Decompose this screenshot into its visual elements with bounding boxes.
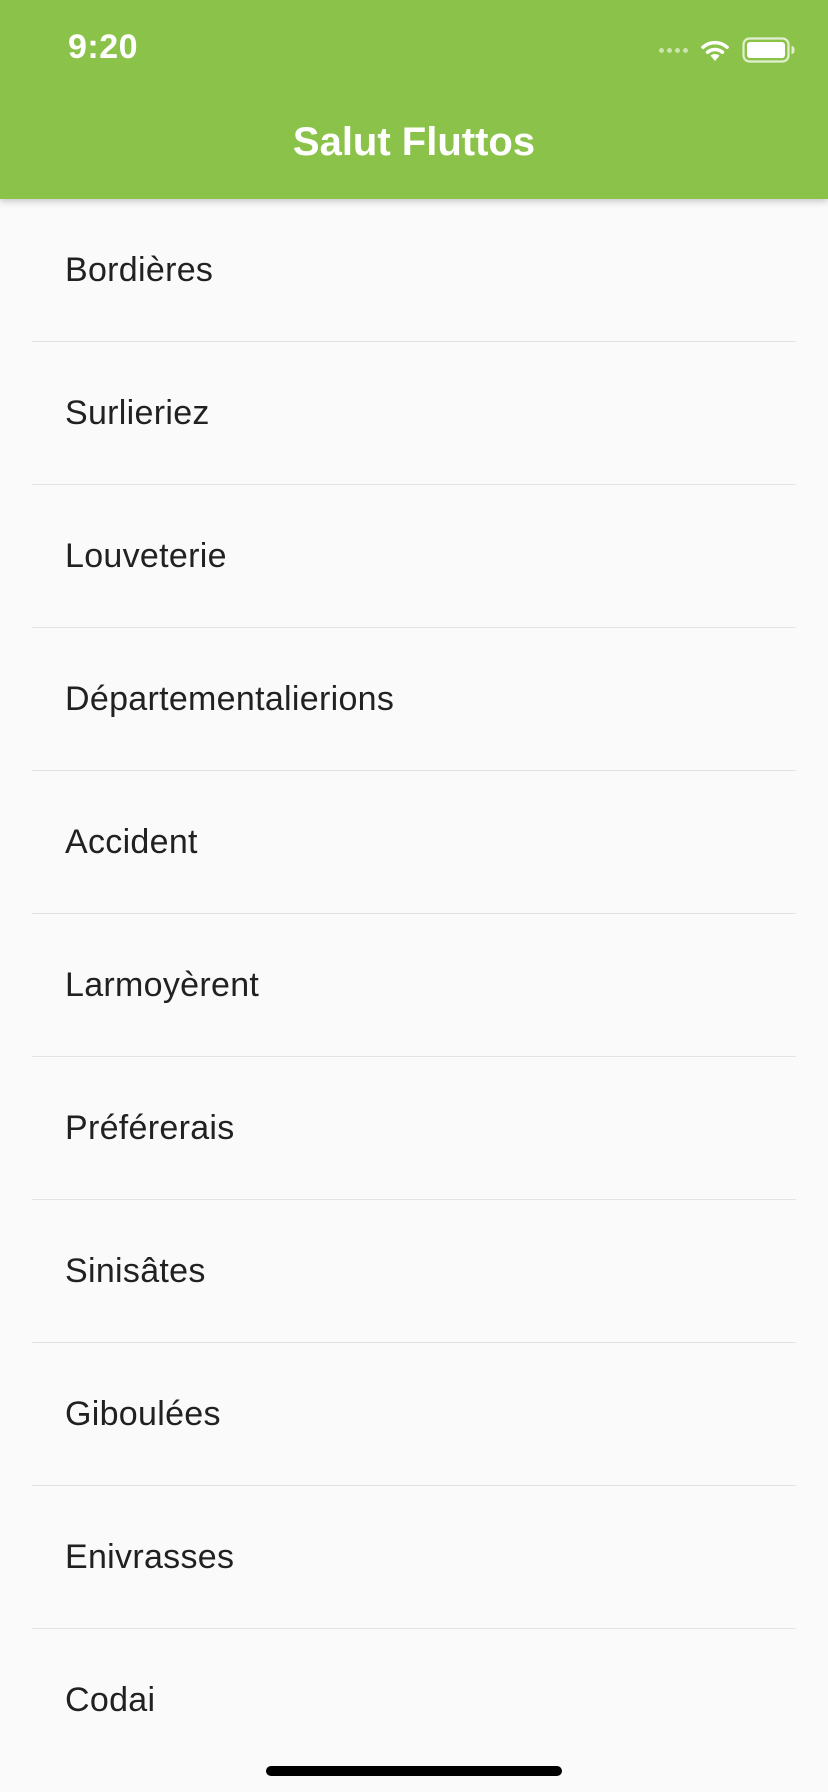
- wifi-icon: [701, 40, 729, 61]
- battery-icon: [742, 37, 795, 63]
- list-item[interactable]: Bordières: [32, 199, 796, 342]
- list-item[interactable]: Accident: [32, 771, 796, 914]
- list-item-label: Accident: [65, 822, 198, 861]
- list-item[interactable]: Surlieriez: [32, 342, 796, 485]
- list-item[interactable]: Sinisâtes: [32, 1200, 796, 1343]
- list-item-label: Bordières: [65, 250, 214, 289]
- list-item-label: Giboulées: [65, 1394, 221, 1433]
- signal-icon: [659, 47, 688, 53]
- list-item-label: Départementalierions: [65, 679, 395, 718]
- list-item[interactable]: Louveterie: [32, 485, 796, 628]
- list-item[interactable]: Préférerais: [32, 1057, 796, 1200]
- list-item-label: Préférerais: [65, 1108, 235, 1147]
- list-item-label: Sinisâtes: [65, 1251, 206, 1290]
- list-item-label: Louveterie: [65, 536, 227, 575]
- list-item[interactable]: Larmoyèrent: [32, 914, 796, 1057]
- list-item[interactable]: Départementalierions: [32, 628, 796, 771]
- status-icons: [659, 36, 796, 64]
- list-item[interactable]: Codai: [32, 1629, 796, 1772]
- list-item-label: Larmoyèrent: [65, 965, 260, 1004]
- page-title: Salut Fluttos: [292, 120, 536, 164]
- list-item-label: Surlieriez: [65, 393, 210, 432]
- list-item-label: Codai: [65, 1681, 156, 1719]
- list-item-label: Enivrasses: [65, 1537, 235, 1576]
- app-bar: 9:20 Salut Fluttos: [0, 0, 828, 199]
- status-time: 9:20: [68, 28, 139, 66]
- list-item[interactable]: Enivrasses: [32, 1486, 796, 1629]
- word-list: Bordières Surlieriez Louveterie Départem…: [0, 199, 828, 1772]
- home-indicator[interactable]: [266, 1766, 562, 1776]
- list-item[interactable]: Giboulées: [32, 1343, 796, 1486]
